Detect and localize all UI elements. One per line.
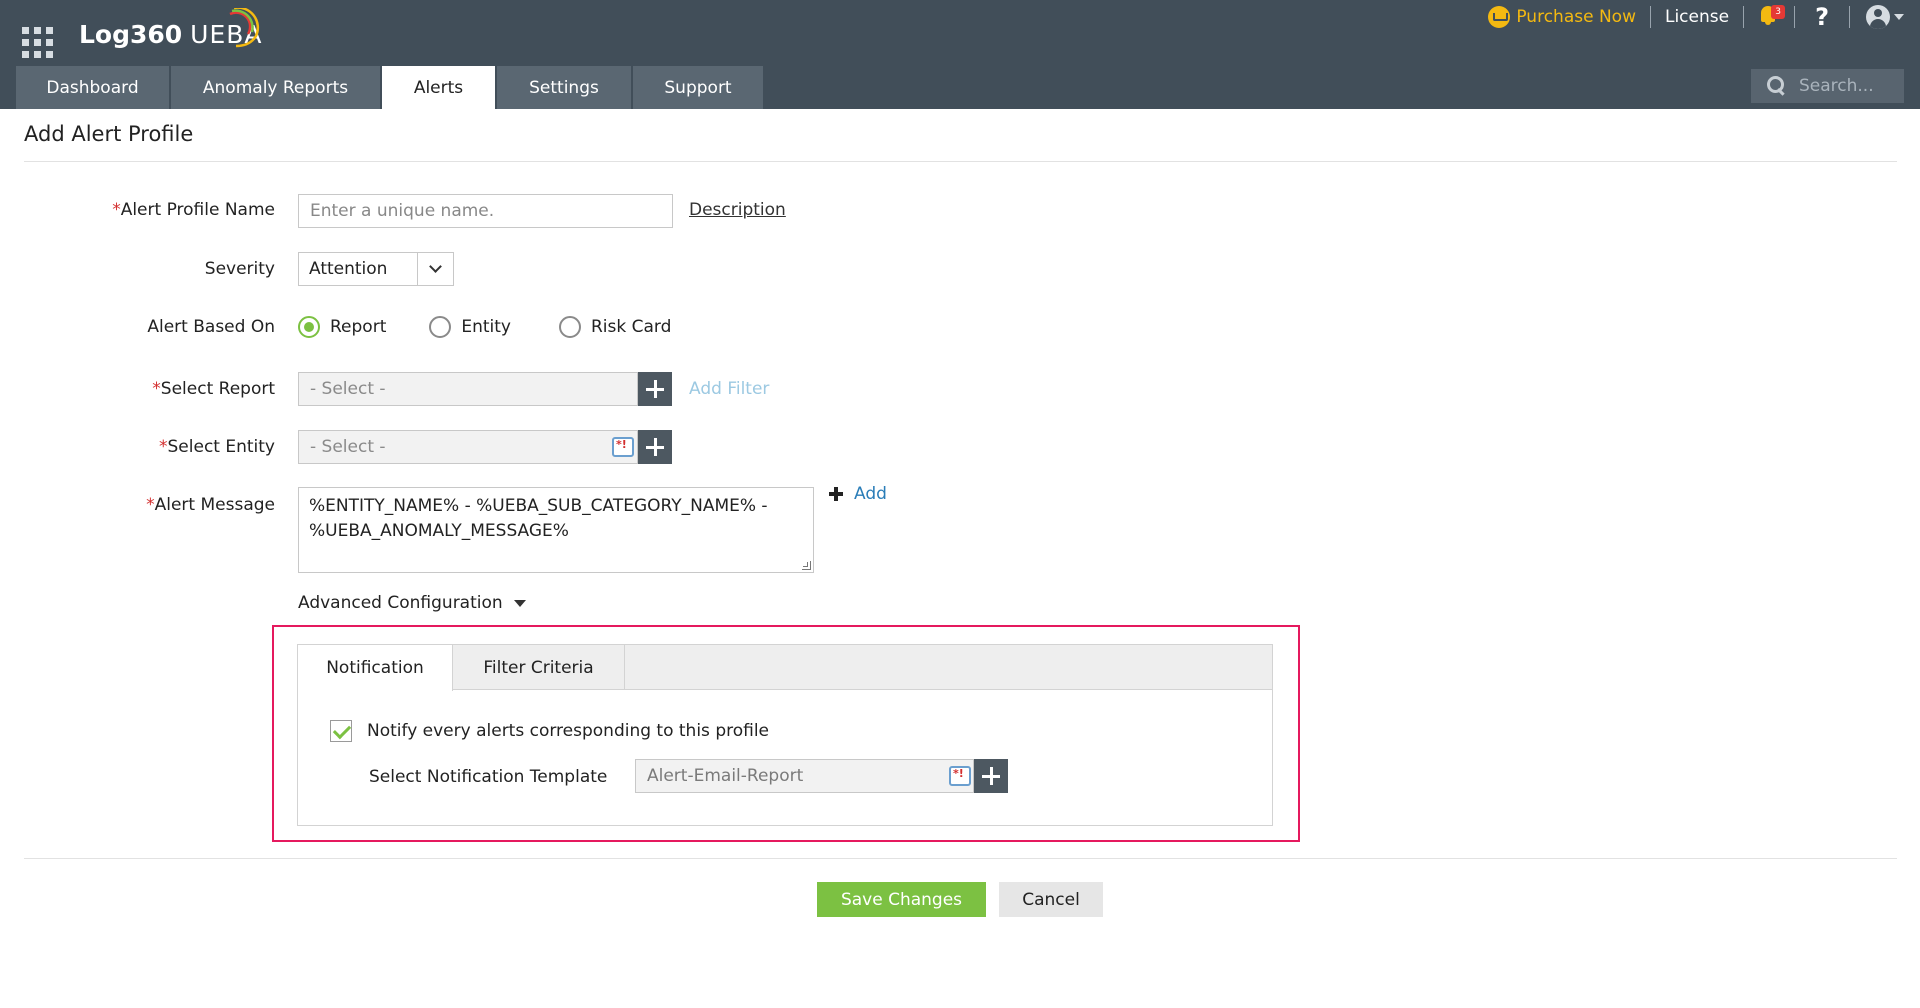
add-report-button[interactable] [638,372,672,406]
resize-handle-icon[interactable] [802,561,811,570]
profile-name-input[interactable]: Enter a unique name. [298,194,673,228]
apps-grid-icon[interactable] [22,27,54,58]
radio-entity-circle[interactable] [429,316,452,338]
alert-based-on-label: Alert Based On [147,317,275,337]
radio-report[interactable]: Report [298,316,386,338]
alert-based-on-radio-group: Report Entity Risk Card [298,316,717,338]
logo-brand: Log360 [79,20,183,49]
notification-count-badge: 3 [1771,5,1786,19]
divider [24,161,1897,162]
notify-checkbox-row[interactable]: Notify every alerts corresponding to thi… [330,720,769,742]
user-icon [1866,5,1890,29]
tab-filter-criteria[interactable]: Filter Criteria [453,645,625,690]
main-tabs: Dashboard Anomaly Reports Alerts Setting… [16,66,765,109]
notify-checkbox[interactable] [330,720,352,742]
add-entity-button[interactable] [638,430,672,464]
add-filter-link[interactable]: Add Filter [689,379,769,399]
chevron-down-icon [1894,14,1904,20]
required-mark: * [146,495,155,515]
advanced-configuration-panel: Notification Filter Criteria Notify ever… [297,644,1273,826]
description-link[interactable]: Description [689,200,786,220]
notification-template-value: Alert-Email-Report [647,766,804,786]
alert-message-textarea[interactable]: %ENTITY_NAME% - %UEBA_SUB_CATEGORY_NAME%… [298,487,814,573]
plus-icon [829,487,843,501]
license-link[interactable]: License [1651,7,1743,27]
cancel-button[interactable]: Cancel [999,882,1103,917]
notifications-button[interactable]: 3 [1744,0,1794,34]
required-mark: * [112,200,121,220]
help-icon[interactable]: ? [1795,3,1849,31]
tab-anomaly-reports[interactable]: Anomaly Reports [171,66,380,109]
select-report-placeholder: - Select - [310,379,386,399]
add-macro-label: Add [854,484,887,504]
logo-arc-icon [229,8,260,48]
tab-settings[interactable]: Settings [497,66,631,109]
advanced-configuration-label: Advanced Configuration [298,593,503,613]
profile-name-placeholder: Enter a unique name. [310,201,495,221]
notification-template-input[interactable]: Alert-Email-Report [635,759,974,793]
radio-risk-card-circle[interactable] [559,316,581,338]
search-placeholder: Search... [1799,76,1874,96]
radio-risk-card-label: Risk Card [591,317,672,337]
advanced-configuration-toggle[interactable]: Advanced Configuration [298,593,526,613]
cart-icon [1488,6,1511,28]
notification-template-label: Select Notification Template [369,767,608,787]
search-input[interactable]: Search... [1751,69,1904,103]
notify-checkbox-label: Notify every alerts corresponding to thi… [367,721,770,741]
save-changes-button[interactable]: Save Changes [817,882,986,917]
purchase-label: Purchase Now [1516,7,1636,27]
select-entity-label: *Select Entity [159,437,275,457]
radio-entity-label: Entity [461,317,511,337]
select-report-label-text: Select Report [160,379,275,399]
alert-message-label: *Alert Message [146,495,275,515]
caret-down-icon [513,599,526,607]
search-icon [1767,76,1787,96]
top-navigation-bar: Log360 UEBA Purchase Now License 3 ? Das… [0,0,1920,109]
purchase-now-link[interactable]: Purchase Now [1488,6,1650,28]
add-template-button[interactable] [974,759,1008,793]
severity-value: Attention [309,259,388,279]
chevron-down-icon [429,260,442,273]
severity-select[interactable]: Attention [298,252,454,286]
severity-label: Severity [204,259,275,279]
template-picker-icon[interactable] [949,766,971,786]
radio-risk-card[interactable]: Risk Card [559,316,671,338]
profile-name-label-text: Alert Profile Name [120,200,275,220]
alert-message-label-text: Alert Message [154,495,275,515]
profile-name-label: *Alert Profile Name [112,200,275,220]
select-entity-placeholder: - Select - [310,437,386,457]
page-title: Add Alert Profile [24,122,194,146]
tab-notification[interactable]: Notification [298,645,453,691]
divider [24,858,1897,859]
select-report-label: *Select Report [152,379,275,399]
severity-dropdown-button[interactable] [417,253,453,285]
radio-report-circle[interactable] [298,316,320,338]
required-mark: * [152,379,161,399]
radio-report-label: Report [330,317,387,337]
tab-support[interactable]: Support [633,66,763,109]
tab-dashboard[interactable]: Dashboard [16,66,169,109]
advanced-tabs: Notification Filter Criteria [298,645,1272,691]
select-report-input[interactable]: - Select - [298,372,638,406]
add-macro-link[interactable]: Add [829,484,887,504]
radio-entity[interactable]: Entity [429,316,511,338]
tab-alerts[interactable]: Alerts [382,66,495,109]
alert-message-value: %ENTITY_NAME% - %UEBA_SUB_CATEGORY_NAME%… [309,496,768,541]
required-mark: * [159,437,168,457]
select-entity-label-text: Select Entity [167,437,275,457]
header-actions: Purchase Now License 3 ? [1488,0,1920,34]
user-menu[interactable] [1850,5,1920,29]
entity-picker-icon[interactable] [612,437,634,457]
select-entity-input[interactable]: - Select - [298,430,638,464]
